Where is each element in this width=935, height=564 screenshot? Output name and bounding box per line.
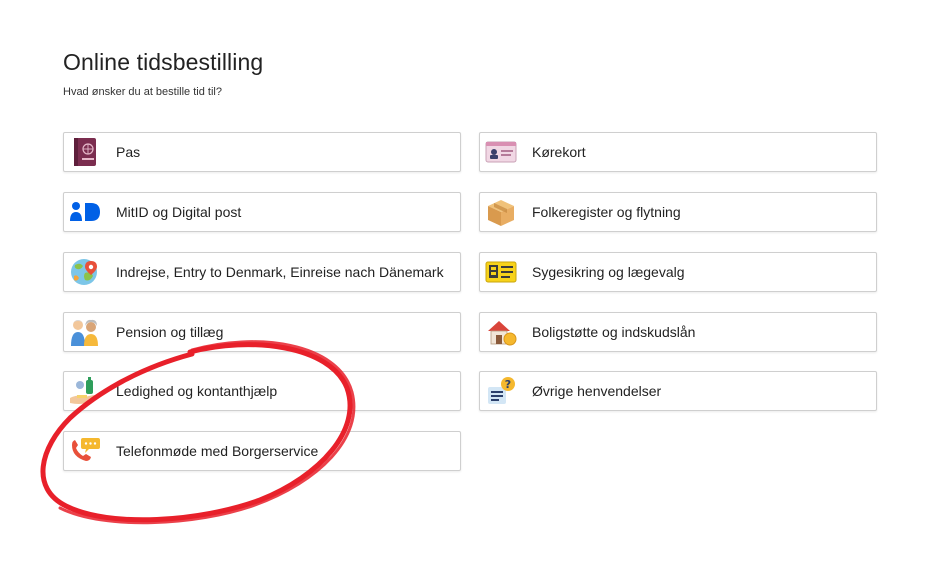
globe-location-icon bbox=[68, 257, 102, 287]
tile-ledighed-label: Ledighed og kontanthjælp bbox=[116, 383, 278, 399]
moving-box-icon bbox=[484, 197, 518, 227]
appointment-category-grid: Pas Kørekort MitID og Digital post Folke… bbox=[0, 0, 935, 564]
phone-chat-icon bbox=[68, 436, 102, 466]
tile-telefonmode[interactable]: Telefonmøde med Borgerservice bbox=[63, 431, 461, 471]
hand-money-icon bbox=[68, 376, 102, 406]
question-document-icon: ? bbox=[484, 376, 518, 406]
tile-pas-label: Pas bbox=[116, 144, 141, 160]
tile-telefonmode-label: Telefonmøde med Borgerservice bbox=[116, 443, 319, 459]
tile-folkeregister[interactable]: Folkeregister og flytning bbox=[479, 192, 877, 232]
tile-indrejse[interactable]: Indrejse, Entry to Denmark, Einreise nac… bbox=[63, 252, 461, 292]
tile-ovrige[interactable]: ? Øvrige henvendelser bbox=[479, 371, 877, 411]
passport-icon bbox=[68, 137, 102, 167]
tile-korekort[interactable]: Kørekort bbox=[479, 132, 877, 172]
tile-indrejse-label: Indrejse, Entry to Denmark, Einreise nac… bbox=[116, 264, 444, 280]
tile-boligstotte-label: Boligstøtte og indskudslån bbox=[532, 324, 696, 340]
elderly-couple-icon bbox=[68, 317, 102, 347]
svg-text:?: ? bbox=[505, 378, 511, 391]
mitid-logo-icon bbox=[68, 197, 102, 227]
tile-ovrige-label: Øvrige henvendelser bbox=[532, 383, 662, 399]
tile-mitid[interactable]: MitID og Digital post bbox=[63, 192, 461, 232]
tile-sygesikring[interactable]: Sygesikring og lægevalg bbox=[479, 252, 877, 292]
tile-pas[interactable]: Pas bbox=[63, 132, 461, 172]
health-card-icon bbox=[484, 257, 518, 287]
tile-pension-label: Pension og tillæg bbox=[116, 324, 224, 340]
tile-korekort-label: Kørekort bbox=[532, 144, 586, 160]
tile-sygesikring-label: Sygesikring og lægevalg bbox=[532, 264, 685, 280]
tile-mitid-label: MitID og Digital post bbox=[116, 204, 242, 220]
house-coin-icon bbox=[484, 317, 518, 347]
tile-ledighed[interactable]: Ledighed og kontanthjælp bbox=[63, 371, 461, 411]
tile-boligstotte[interactable]: Boligstøtte og indskudslån bbox=[479, 312, 877, 352]
tile-pension[interactable]: Pension og tillæg bbox=[63, 312, 461, 352]
drivers-license-icon bbox=[484, 137, 518, 167]
tile-folkeregister-label: Folkeregister og flytning bbox=[532, 204, 681, 220]
